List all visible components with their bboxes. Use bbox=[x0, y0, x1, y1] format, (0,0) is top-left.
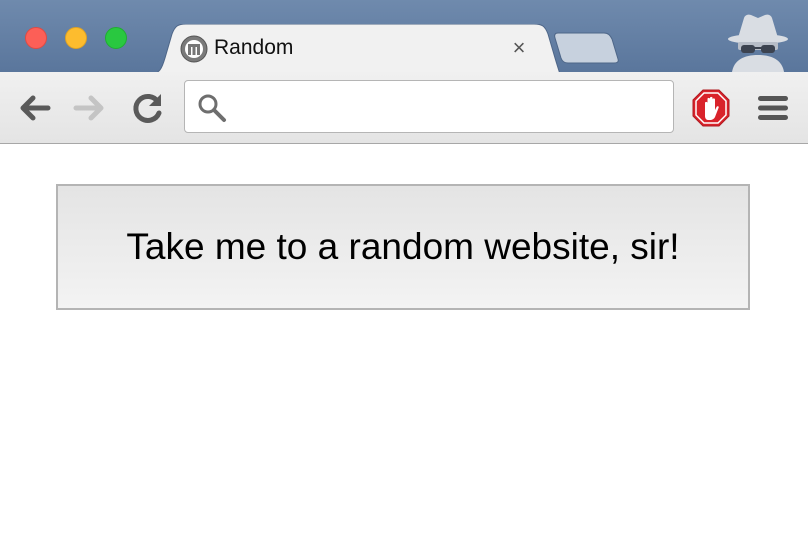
title-bar: Random × bbox=[0, 0, 808, 74]
site-favicon-icon bbox=[180, 35, 208, 63]
tab-title: Random bbox=[214, 36, 294, 59]
address-input[interactable] bbox=[233, 89, 663, 123]
tab-background bbox=[150, 24, 560, 74]
minimize-window-button[interactable] bbox=[65, 27, 87, 49]
search-icon bbox=[198, 94, 226, 122]
maximize-window-button[interactable] bbox=[105, 27, 127, 49]
menu-hamburger-icon[interactable] bbox=[756, 92, 790, 124]
page-content: Take me to a random website, sir! bbox=[0, 144, 808, 544]
random-website-button[interactable]: Take me to a random website, sir! bbox=[56, 184, 750, 310]
forward-arrow-icon[interactable] bbox=[70, 88, 110, 128]
reload-icon[interactable] bbox=[128, 88, 168, 128]
incognito-icon bbox=[728, 14, 788, 72]
browser-toolbar bbox=[0, 72, 808, 144]
tab-random[interactable]: Random × bbox=[150, 24, 560, 74]
new-tab-button[interactable] bbox=[552, 32, 620, 64]
browser-window: Random × Take me to a random website, si… bbox=[0, 0, 808, 544]
address-bar[interactable] bbox=[184, 80, 674, 133]
tab-close-icon[interactable]: × bbox=[508, 37, 530, 59]
adblock-stop-hand-icon[interactable] bbox=[692, 89, 730, 127]
back-arrow-icon[interactable] bbox=[14, 88, 54, 128]
close-window-button[interactable] bbox=[25, 27, 47, 49]
